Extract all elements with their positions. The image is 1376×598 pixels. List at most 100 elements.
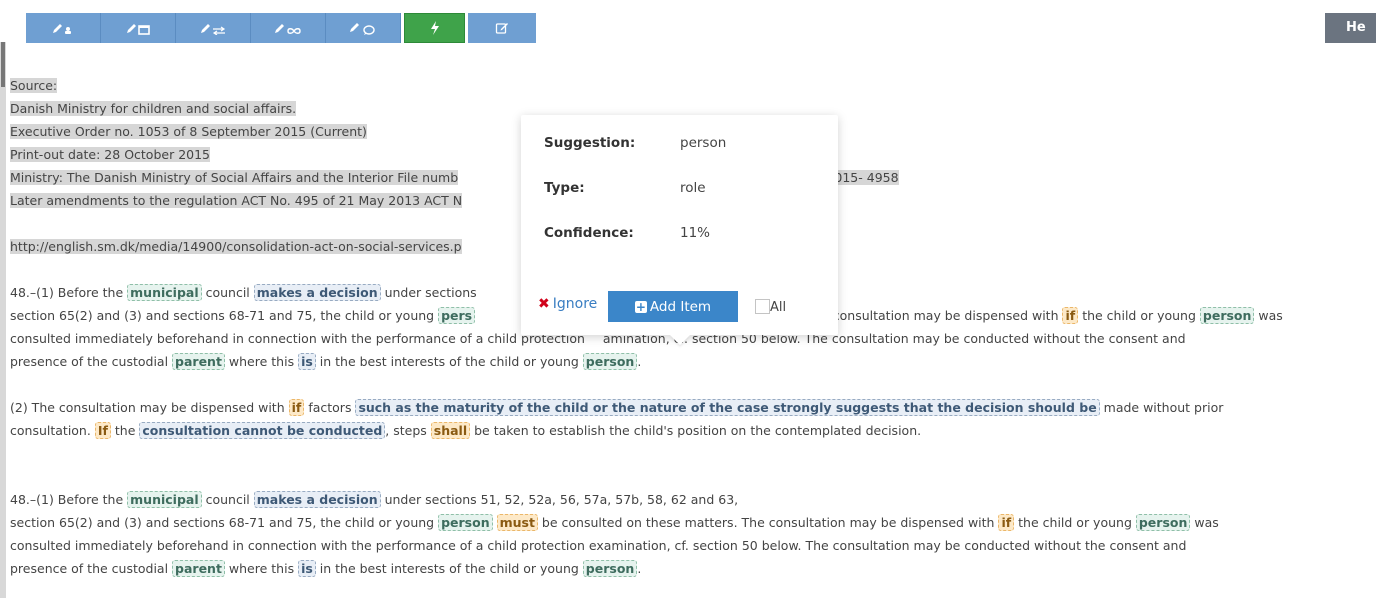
suggestion-popup: Suggestion: person Type: role Confidence: 1… <box>521 115 838 335</box>
edit-icon <box>495 23 508 34</box>
tag-shall[interactable]: shall <box>430 422 471 439</box>
close-icon: ✖ <box>538 296 550 312</box>
p3-text: under sections 51, 52, 52a, 56, 57a, 57b… <box>380 492 739 507</box>
p1-text: presence of the custodial <box>10 354 173 369</box>
p2-text: consultation. <box>10 423 95 438</box>
annotation-toolbar <box>26 13 536 43</box>
pencil-comment-button[interactable] <box>326 13 401 43</box>
p3-text: 48.–(1) Before the <box>10 492 128 507</box>
p3-text: council <box>201 492 254 507</box>
p3-text: consulted immediately beforehand in conn… <box>10 538 1187 553</box>
p3-text: section 65(2) and (3) and sections 68-71… <box>10 515 439 530</box>
confidence-value: 11% <box>680 225 711 241</box>
tag-person[interactable]: person <box>1199 307 1255 324</box>
type-row: Type: role <box>544 180 706 196</box>
pencil-window-icon <box>127 24 150 35</box>
tag-makes-decision[interactable]: makes a decision <box>253 491 381 508</box>
add-item-button[interactable]: + Add Item <box>608 291 738 322</box>
tag-if[interactable]: if <box>1062 307 1079 324</box>
suggestion-label: Suggestion: <box>544 135 636 151</box>
confidence-label: Confidence: <box>544 225 634 241</box>
p3-text: in the best interests of the child or yo… <box>315 561 583 576</box>
p3-text: . <box>637 561 642 576</box>
p1-text: section 65(2) and (3) and sections 68-71… <box>10 308 439 323</box>
tag-person-selected[interactable]: pers <box>438 307 476 324</box>
order-text: Executive Order no. 1053 of 8 September … <box>10 124 367 139</box>
add-item-label: Add Item <box>649 298 712 315</box>
tag-parent[interactable]: parent <box>172 353 225 370</box>
pencil-exchange-button[interactable] <box>176 13 251 43</box>
tag-consultation-cannot[interactable]: consultation cannot be conducted <box>139 422 386 439</box>
bolt-button[interactable] <box>404 13 465 43</box>
url-text[interactable]: http://english.sm.dk/media/14900/consoli… <box>10 239 462 254</box>
all-checkbox[interactable] <box>755 299 770 314</box>
tag-is[interactable]: is <box>298 353 316 370</box>
tag-municipal[interactable]: municipal <box>127 491 202 508</box>
p1-text: council <box>201 285 254 300</box>
p3-line-4: presence of the custodial parent where t… <box>10 557 1365 580</box>
p2-line-1: (2) The consultation may be dispensed wi… <box>10 396 1365 419</box>
type-value: role <box>680 180 706 196</box>
tag-if[interactable]: if <box>998 514 1015 531</box>
p1-line-4: presence of the custodial parent where t… <box>10 350 1365 373</box>
tag-such-as[interactable]: such as the maturity of the child or the… <box>355 399 1100 416</box>
p2-text: factors <box>304 400 356 415</box>
bolt-icon <box>430 21 439 35</box>
printout-text: Print-out date: 28 October 2015 <box>10 147 210 162</box>
pencil-infinity-icon <box>275 24 301 34</box>
p1-text: . <box>637 354 642 369</box>
p3-text: presence of the custodial <box>10 561 173 576</box>
plus-square-icon: + <box>634 299 647 314</box>
tag-person[interactable]: person <box>1135 514 1191 531</box>
pencil-person-icon <box>53 24 71 34</box>
p2-line-2: consultation. If the consultation cannot… <box>10 419 1365 442</box>
ignore-button[interactable]: ✖ Ignore <box>538 296 597 312</box>
p1-text: under sections <box>380 285 477 300</box>
p1-text: in the best interests of the child or yo… <box>315 354 583 369</box>
p2-text: made without prior <box>1099 400 1224 415</box>
p1-text: consulted immediately beforehand in conn… <box>10 331 589 346</box>
pencil-window-button[interactable] <box>101 13 176 43</box>
tag-parent[interactable]: parent <box>172 560 225 577</box>
p1-text: was <box>1254 308 1283 323</box>
p1-text: e consultation may be dispensed with <box>821 308 1063 323</box>
p1-text: the child or young <box>1078 308 1200 323</box>
confidence-row: Confidence: 11% <box>544 225 710 241</box>
tag-person[interactable]: person <box>582 560 638 577</box>
pencil-comment-icon <box>350 23 375 35</box>
tag-makes-decision[interactable]: makes a decision <box>253 284 381 301</box>
p3-text: was <box>1190 515 1219 530</box>
p3-text: be consulted on these matters. The consu… <box>537 515 999 530</box>
pencil-exchange-icon <box>201 24 226 35</box>
tag-person[interactable]: person <box>438 514 493 531</box>
p2-text: be taken to establish the child's positi… <box>470 423 922 438</box>
p2-text: (2) The consultation may be dispensed wi… <box>10 400 289 415</box>
all-checkbox-wrap[interactable]: All <box>755 299 786 315</box>
pencil-infinity-button[interactable] <box>251 13 326 43</box>
p3-text: the child or young <box>1014 515 1136 530</box>
help-button[interactable]: He <box>1325 13 1376 43</box>
p2-text: the <box>110 423 140 438</box>
suggestion-row: Suggestion: person <box>544 135 726 151</box>
source-label: Source: <box>10 78 58 93</box>
tag-must[interactable]: must <box>496 514 538 531</box>
p1-text: where this <box>224 354 299 369</box>
amendments-text: Later amendments to the regulation ACT N… <box>10 193 463 208</box>
tag-person[interactable]: person <box>582 353 638 370</box>
p1-text: 48.–(1) Before the <box>10 285 128 300</box>
pencil-person-button[interactable] <box>26 13 101 43</box>
p2-text: , steps <box>385 423 431 438</box>
scroll-indicator[interactable] <box>0 42 6 598</box>
p3-line-3: consulted immediately beforehand in conn… <box>10 534 1365 557</box>
p3-line-2: section 65(2) and (3) and sections 68-71… <box>10 511 1365 534</box>
ministry-text: Danish Ministry for children and social … <box>10 101 297 116</box>
tag-if-capital[interactable]: If <box>94 422 111 439</box>
edit-button[interactable] <box>468 13 536 43</box>
ministry-file-text-a: Ministry: The Danish Ministry of Social … <box>10 170 459 185</box>
tag-municipal[interactable]: municipal <box>127 284 202 301</box>
source-label-line: Source: <box>10 74 1365 97</box>
type-label: Type: <box>544 180 585 196</box>
tag-is[interactable]: is <box>298 560 316 577</box>
ignore-label: Ignore <box>552 296 598 312</box>
tag-if[interactable]: if <box>288 399 305 416</box>
